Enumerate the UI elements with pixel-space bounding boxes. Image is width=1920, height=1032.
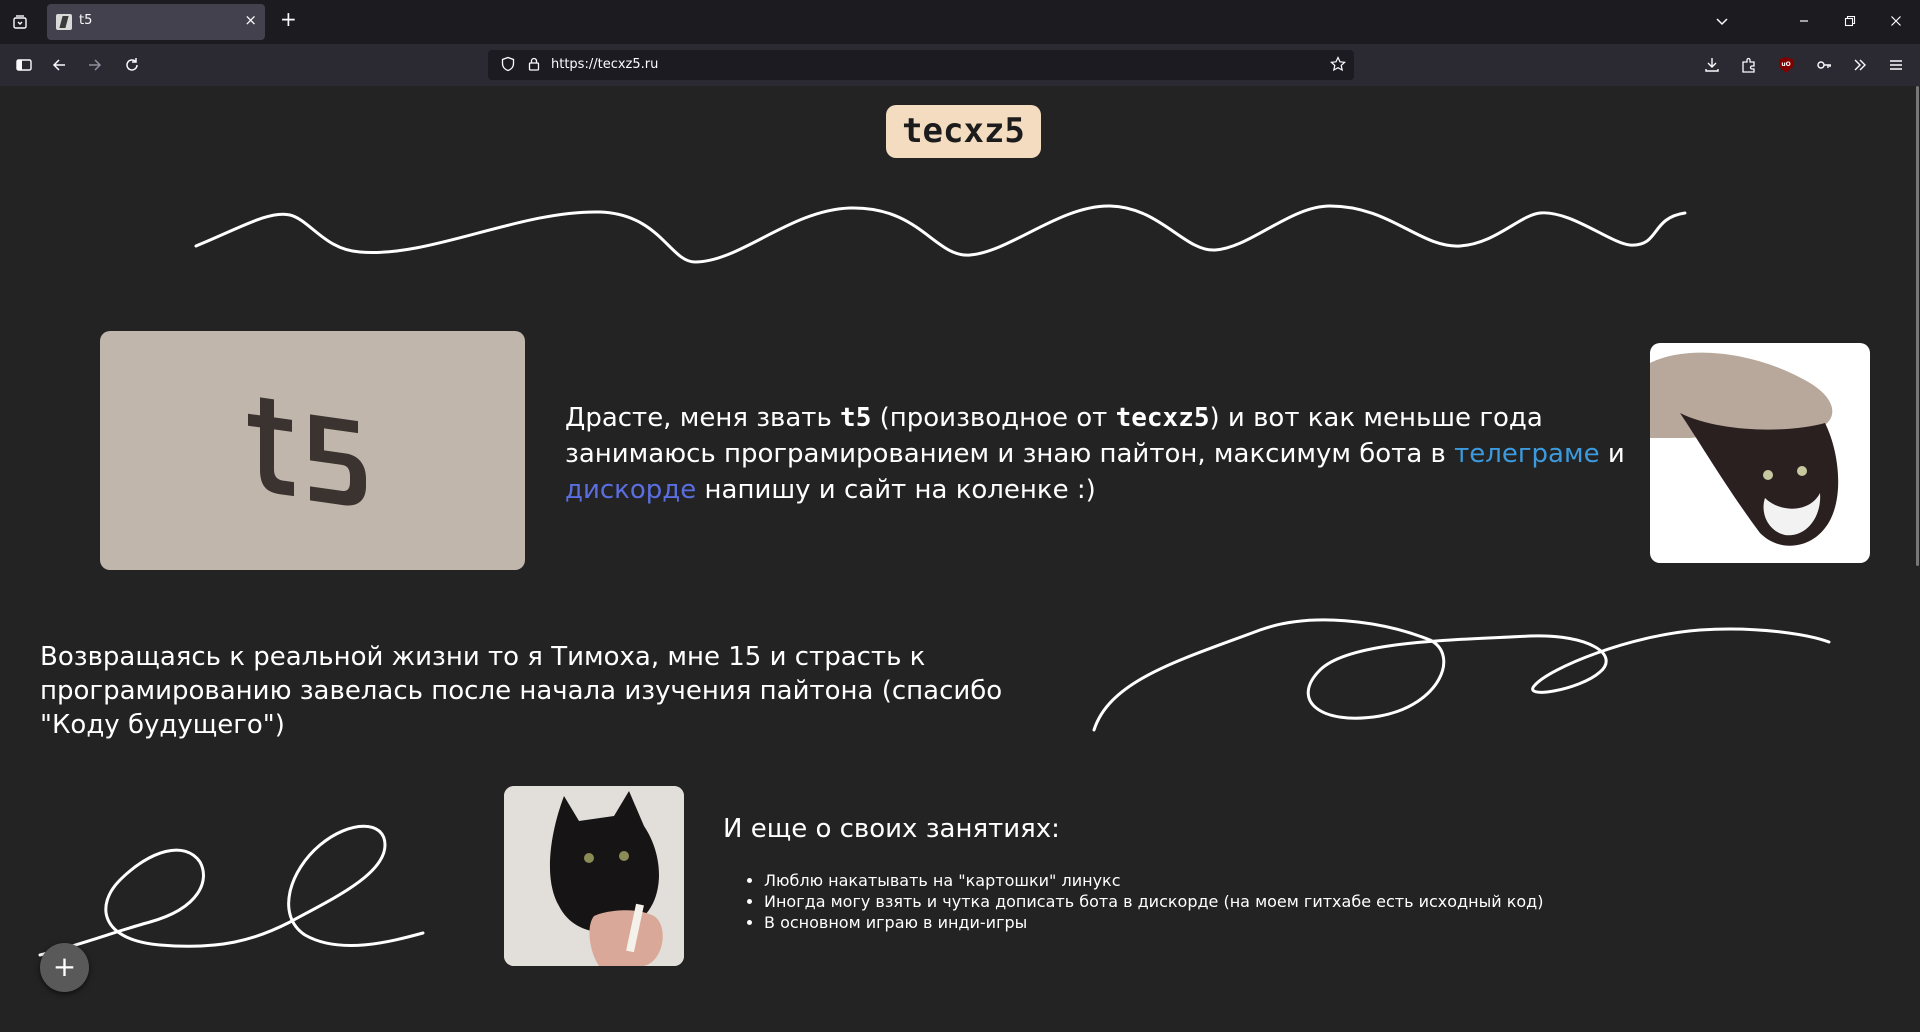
t5-logo-graphic bbox=[248, 397, 366, 506]
telegram-link[interactable]: телеграме bbox=[1454, 439, 1599, 469]
intro-paragraph: Драсте, меня звать t5 (производное от te… bbox=[565, 400, 1625, 508]
list-item: Иногда могу взять и чутка дописать бота … bbox=[764, 891, 1543, 912]
discord-link[interactable]: дискорде bbox=[565, 475, 696, 505]
cat-cigarette-image bbox=[504, 786, 684, 966]
cat-hand-image bbox=[1650, 343, 1870, 563]
list-item: В основном играю в инди-игры bbox=[764, 912, 1543, 933]
add-button[interactable]: + bbox=[40, 943, 89, 992]
hobbies-title: И еще о своих занятиях: bbox=[723, 814, 1060, 844]
intro-text-and: и bbox=[1599, 439, 1625, 469]
intro-text-2: (производное от bbox=[871, 403, 1116, 433]
t5-logo-card bbox=[100, 331, 525, 570]
top-wave-line bbox=[194, 204, 1687, 264]
intro-text-1: Драсте, меня звать bbox=[565, 403, 841, 433]
intro-text-4: напишу и сайт на коленке :) bbox=[696, 475, 1096, 505]
bottom-loop-line bbox=[38, 824, 425, 957]
list-item: Люблю накатывать на "картошки" линукс bbox=[764, 870, 1543, 891]
right-loop-line bbox=[1092, 618, 1831, 732]
about-paragraph: Возвращаясь к реальной жизни то я Тимоха… bbox=[40, 642, 1003, 740]
hobbies-list: Люблю накатывать на "картошки" линукс Ин… bbox=[748, 870, 1543, 933]
intro-name-short: t5 bbox=[840, 403, 872, 433]
intro-name-full: tecxz5 bbox=[1115, 403, 1210, 433]
